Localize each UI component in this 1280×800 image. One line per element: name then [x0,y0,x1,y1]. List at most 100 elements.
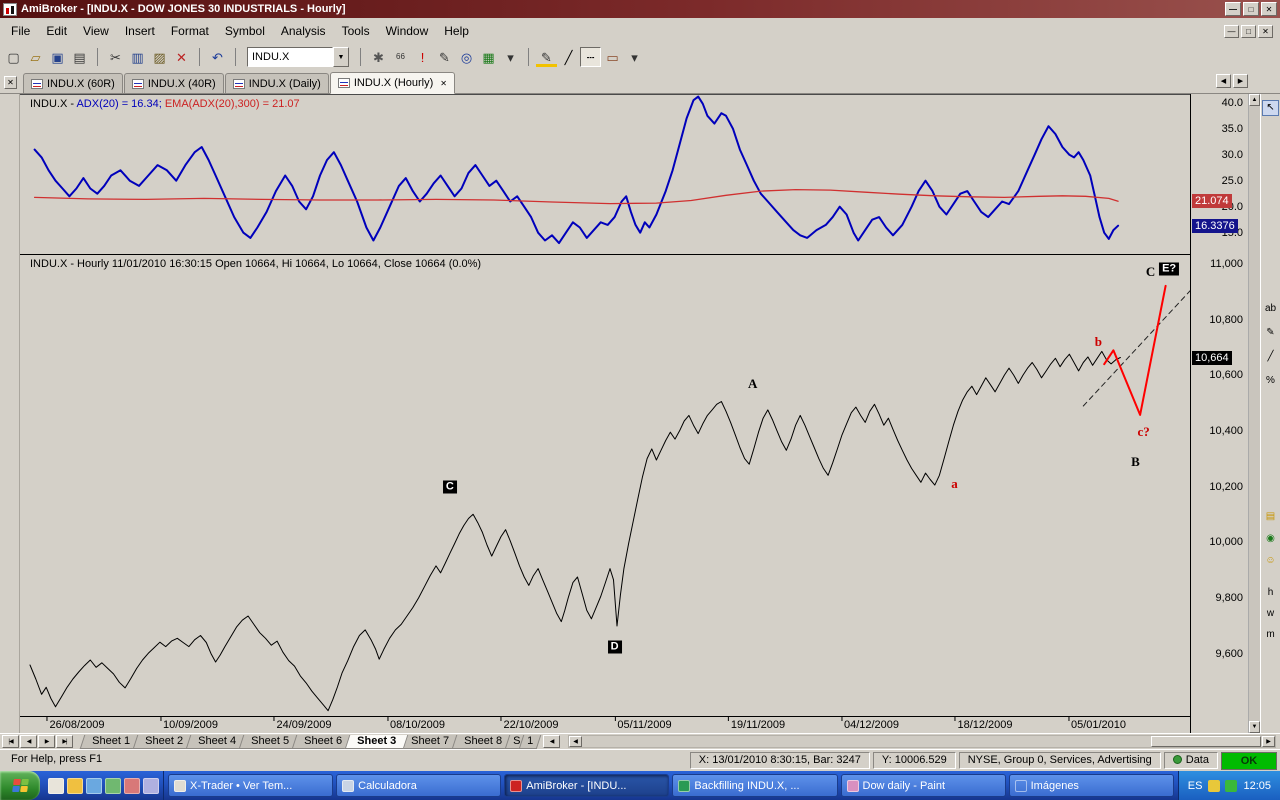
next-sheet-button[interactable]: ▶ [38,735,55,748]
print-icon[interactable]: ▤ [69,47,90,67]
mdi-restore-button[interactable]: □ [1241,25,1256,38]
quote-editor-icon[interactable]: 66 [390,47,411,67]
menu-analysis[interactable]: Analysis [273,20,334,42]
quick-launch-icon[interactable] [67,778,83,794]
record-icon[interactable]: ◉ [1262,531,1279,547]
taskbar-button-amibroker-indu[interactable]: AmiBroker - [INDU... [504,774,669,797]
quick-launch-icon[interactable] [124,778,140,794]
copy-icon[interactable]: ▥ [127,47,148,67]
trendline-tool-icon[interactable]: ╱ [1262,349,1279,365]
tab-indu-x-60r[interactable]: INDU.X (60R) [23,73,123,93]
menu-edit[interactable]: Edit [38,20,75,42]
smiley-icon[interactable]: ☺ [1262,553,1279,569]
tab-indu-x-40r[interactable]: INDU.X (40R) [124,73,224,93]
parameters-icon[interactable]: ✱ [368,47,389,67]
quick-launch-icon[interactable] [143,778,159,794]
taskbar-button-calculadora[interactable]: Calculadora [336,774,501,797]
tab-indu-x-daily[interactable]: INDU.X (Daily) [225,73,329,93]
draw-dropdown-icon[interactable]: ▾ [624,47,645,67]
quick-launch-icon[interactable] [86,778,102,794]
line-tool-icon[interactable]: ╱ [558,47,579,67]
delete-icon[interactable]: ✕ [171,47,192,67]
image-tool-icon[interactable]: ▤ [1262,509,1279,525]
adx-axis-label-35-0: 35.0 [1191,123,1243,135]
hscroll-left-icon[interactable]: ◀ [569,736,582,747]
analysis-icon[interactable]: ◎ [456,47,477,67]
new-icon[interactable]: ▢ [3,47,24,67]
hscroll-thumb[interactable] [1151,736,1261,747]
prev-sheet-button[interactable]: ◀ [20,735,37,748]
taskbar-button-x-trader-ver-tem[interactable]: X-Trader • Ver Tem... [168,774,333,797]
chart-workspace: INDU.X - ADX(20) = 16.34; EMA(ADX(20),30… [0,94,1280,733]
menu-format[interactable]: Format [163,20,217,42]
mdi-close-button[interactable]: ✕ [1258,25,1273,38]
hscroll-right-icon[interactable]: ▶ [1262,736,1275,747]
save-icon[interactable]: ▣ [47,47,68,67]
paste-icon[interactable]: ▨ [149,47,170,67]
interval-hourly-button[interactable]: h [1262,585,1279,601]
taskbar-button-backfilling-indu-x[interactable]: Backfilling INDU.X, ... [672,774,837,797]
quick-launch-icon[interactable] [105,778,121,794]
sheet-tab-1[interactable]: 1 [519,735,542,749]
draw-color-icon[interactable]: ✎ [536,47,557,67]
pencil-tool-icon[interactable]: ✎ [1262,325,1279,341]
restore-button[interactable]: □ [1243,2,1259,16]
taskbar-button-im-genes[interactable]: Imágenes [1009,774,1174,797]
adx-chart[interactable] [20,95,1190,254]
tab-indu-x-hourly[interactable]: INDU.X (Hourly)✕ [330,72,455,94]
tab-scroll-right-button[interactable]: ▶ [1233,74,1248,88]
tray-icon[interactable] [1225,780,1237,792]
start-button[interactable] [0,771,40,800]
indicator-dropdown-icon[interactable]: ▾ [500,47,521,67]
language-indicator[interactable]: ES [1188,780,1203,792]
quick-launch-icon[interactable] [48,778,64,794]
sheet-tab-sheet-3[interactable]: Sheet 3 [344,735,408,749]
menu-help[interactable]: Help [436,20,477,42]
eraser-icon[interactable]: ▭ [602,47,623,67]
first-sheet-button[interactable]: |◀ [2,735,19,748]
last-sheet-button[interactable]: ▶| [56,735,73,748]
sheet-scroll-left-button[interactable]: ◀ [543,735,560,748]
scan-icon[interactable]: ▦ [478,47,499,67]
dashed-line-tool-icon[interactable]: ┄ [580,47,601,67]
combo-dropdown-icon[interactable]: ▼ [333,47,349,67]
menu-items: FileEditViewInsertFormatSymbolAnalysisTo… [3,20,477,42]
menu-insert[interactable]: Insert [117,20,163,42]
cut-icon[interactable]: ✂ [105,47,126,67]
edit-formula-icon[interactable]: ✎ [434,47,455,67]
mdi-minimize-button[interactable]: — [1224,25,1239,38]
close-button[interactable]: ✕ [1261,2,1277,16]
menu-file[interactable]: File [3,20,38,42]
symbol-combo-value[interactable]: INDU.X [247,47,333,67]
text-tool-icon[interactable]: ab [1262,301,1279,317]
menu-symbol[interactable]: Symbol [217,20,273,42]
menu-tools[interactable]: Tools [334,20,378,42]
scroll-up-icon[interactable]: ▲ [1249,94,1260,106]
menu-window[interactable]: Window [378,20,437,42]
taskbar-button-dow-daily-paint[interactable]: Dow daily - Paint [841,774,1006,797]
horizontal-scrollbar[interactable]: ◀ ▶ [568,735,1276,748]
symbol-combo[interactable]: INDU.X ▼ [247,47,349,67]
open-icon[interactable]: ▱ [25,47,46,67]
interval-weekly-button[interactable]: w [1262,606,1279,622]
percent-tool-icon[interactable]: % [1262,373,1279,389]
price-pane[interactable]: INDU.X - Hourly 11/01/2010 16:30:15 Open… [20,255,1190,716]
interval-monthly-button[interactable]: m [1262,627,1279,643]
tray-icon[interactable] [1208,780,1220,792]
select-tool-icon[interactable]: ↖ [1262,100,1279,116]
minimize-button[interactable]: — [1225,2,1241,16]
undo-icon[interactable]: ↶ [207,47,228,67]
wave-label-e: E? [1159,263,1179,276]
scroll-down-icon[interactable]: ▼ [1249,721,1260,733]
chart-region: INDU.X - ADX(20) = 16.34; EMA(ADX(20),30… [20,94,1190,733]
vertical-scrollbar[interactable]: ▲ ▼ [1248,94,1260,733]
sheet-tab-label: Sheet 2 [145,735,183,748]
close-tab-icon[interactable]: ✕ [437,79,447,88]
adx-indicator-pane[interactable]: INDU.X - ADX(20) = 16.34; EMA(ADX(20),30… [20,94,1190,255]
menu-view[interactable]: View [75,20,117,42]
close-pane-button[interactable]: ✕ [4,76,17,89]
status-data-field[interactable]: Data [1164,752,1218,769]
tab-scroll-left-button[interactable]: ◀ [1216,74,1231,88]
alert-icon[interactable]: ! [412,47,433,67]
tab-label: INDU.X (Daily) [249,78,321,90]
